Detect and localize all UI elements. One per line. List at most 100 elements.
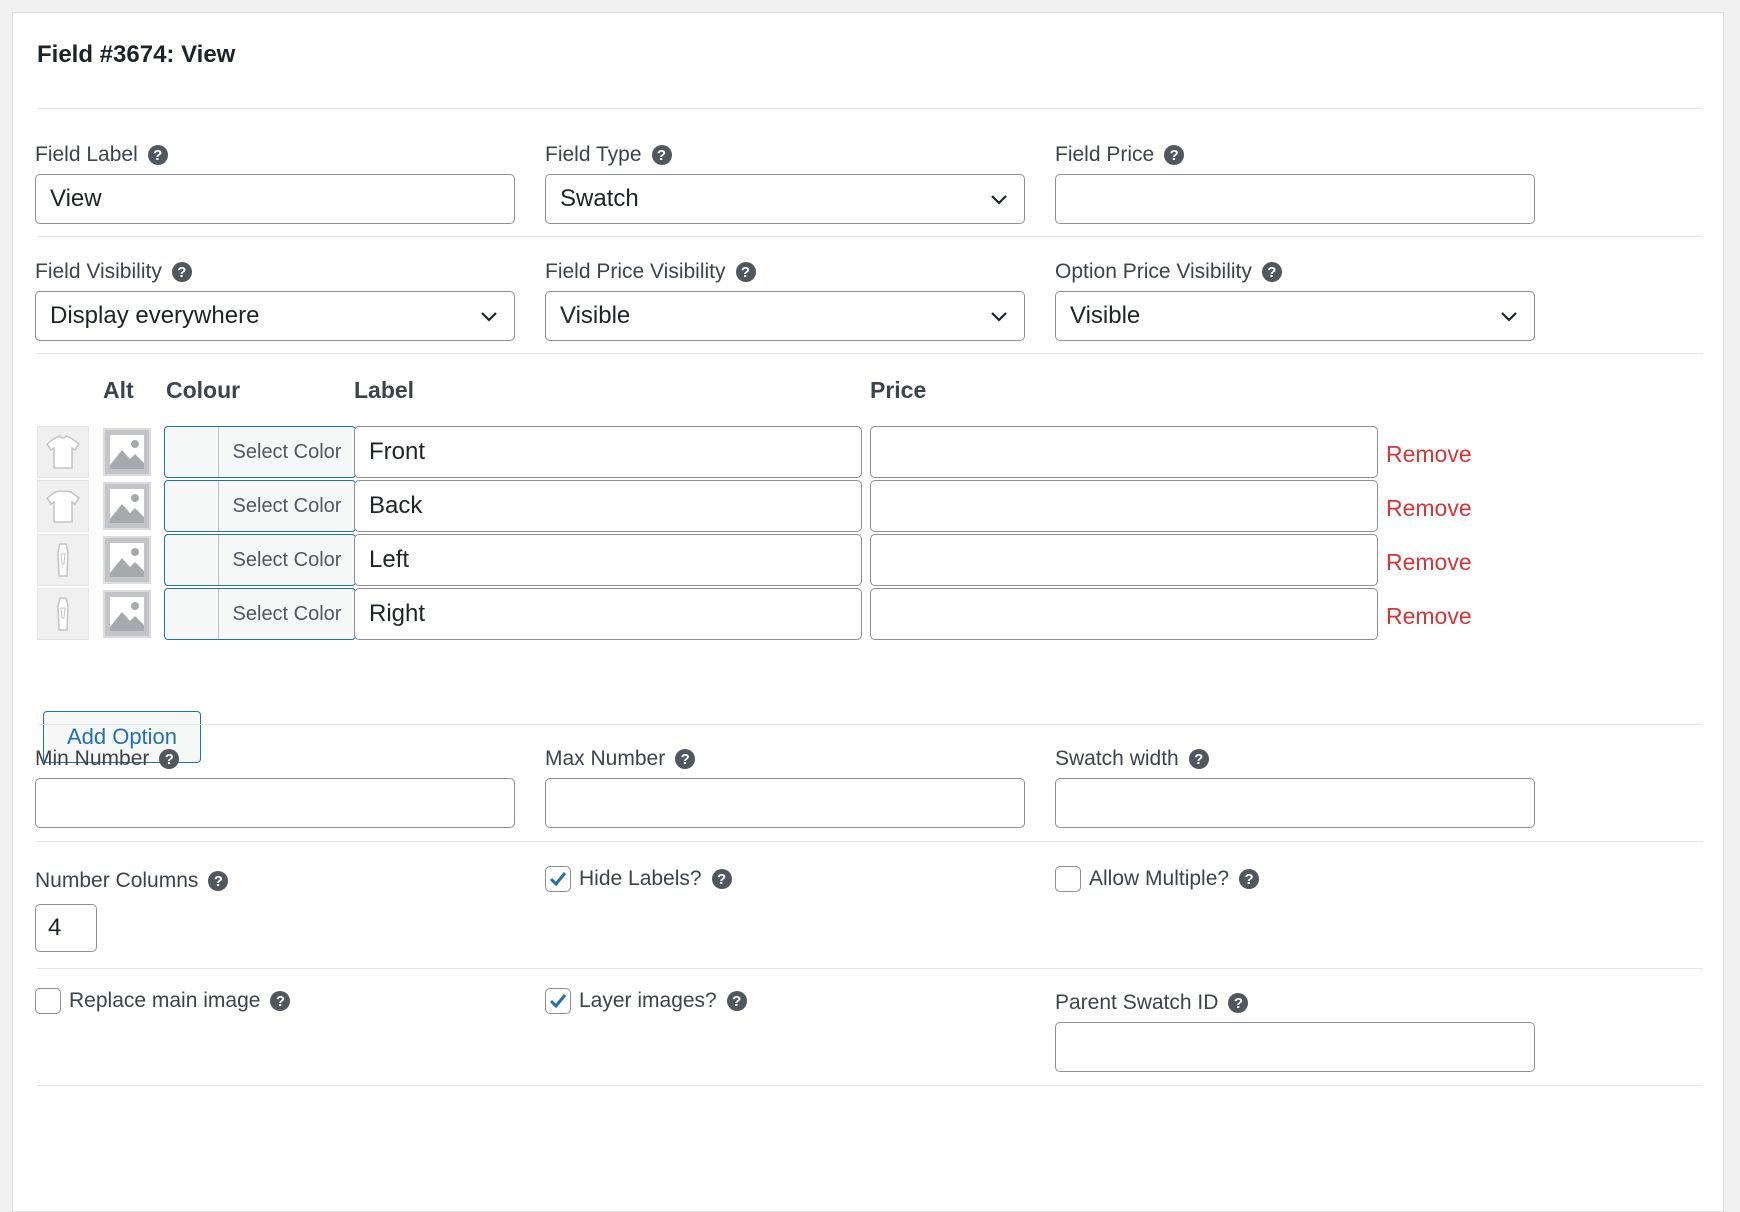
option-price-visibility-value: Visible: [1070, 302, 1141, 329]
help-icon[interactable]: ?: [147, 145, 168, 165]
help-icon[interactable]: ?: [270, 991, 291, 1011]
select-color-button[interactable]: Select Color: [164, 588, 356, 640]
select-color-text: Select Color: [232, 602, 342, 625]
help-icon[interactable]: ?: [675, 749, 696, 769]
checkmark-icon: [549, 994, 567, 1009]
header-colour: Colour: [166, 377, 241, 403]
option-price-visibility-select[interactable]: Visible: [1055, 291, 1535, 341]
divider: [37, 1085, 1703, 1086]
option-price-visibility-label: Option Price Visibility ?: [1055, 260, 1282, 284]
divider: [37, 968, 1703, 969]
help-icon[interactable]: ?: [1239, 869, 1260, 889]
image-placeholder-icon[interactable]: [103, 482, 151, 530]
field-label-label: Field Label ?: [35, 143, 168, 167]
color-swatch: [165, 481, 219, 531]
field-price-visibility-value: Visible: [560, 302, 631, 329]
field-price-visibility-select[interactable]: Visible: [545, 291, 1025, 341]
help-icon[interactable]: ?: [735, 262, 756, 282]
replace-main-image-option[interactable]: Replace main image ?: [35, 988, 291, 1014]
min-number-text: Min Number: [35, 747, 150, 770]
layer-images-checkbox[interactable]: [545, 988, 571, 1014]
option-price-input[interactable]: [870, 534, 1378, 586]
color-swatch: [165, 589, 219, 639]
tshirt-front-icon[interactable]: [37, 426, 89, 478]
option-label-input[interactable]: Left: [354, 534, 862, 586]
swatch-width-input[interactable]: [1055, 778, 1535, 828]
select-color-button[interactable]: Select Color: [164, 480, 356, 532]
chevron-down-icon: [991, 312, 1007, 322]
field-settings-panel: Field #3674: View Field Label ? View Fie…: [12, 12, 1724, 1212]
divider: [37, 236, 1703, 237]
tshirt-left-icon[interactable]: [37, 534, 89, 586]
remove-option-link[interactable]: Remove: [1386, 549, 1472, 576]
option-label-value: Front: [369, 438, 426, 465]
divider: [37, 724, 1703, 725]
field-label-input[interactable]: View: [35, 174, 515, 224]
help-icon[interactable]: ?: [1188, 749, 1209, 769]
field-price-label: Field Price ?: [1055, 143, 1185, 167]
help-icon[interactable]: ?: [1164, 145, 1185, 165]
field-visibility-label: Field Visibility ?: [35, 260, 192, 284]
max-number-input[interactable]: [545, 778, 1025, 828]
parent-swatch-id-label: Parent Swatch ID ?: [1055, 991, 1249, 1015]
option-label-input[interactable]: Front: [354, 426, 862, 478]
option-label-input[interactable]: Right: [354, 588, 862, 640]
option-label-input[interactable]: Back: [354, 480, 862, 532]
swatch-width-text: Swatch width: [1055, 747, 1179, 770]
min-number-input[interactable]: [35, 778, 515, 828]
help-icon[interactable]: ?: [726, 991, 747, 1011]
help-icon[interactable]: ?: [1261, 262, 1282, 282]
replace-main-image-text: Replace main image: [69, 989, 261, 1012]
help-icon[interactable]: ?: [159, 749, 180, 769]
allow-multiple-checkbox[interactable]: [1055, 866, 1081, 892]
replace-main-image-checkbox[interactable]: [35, 988, 61, 1014]
option-price-input[interactable]: [870, 426, 1378, 478]
help-icon[interactable]: ?: [1228, 993, 1249, 1013]
number-columns-value: 4: [48, 914, 62, 941]
help-icon[interactable]: ?: [651, 145, 672, 165]
checkmark-icon: [549, 872, 567, 887]
hide-labels-checkbox[interactable]: [545, 866, 571, 892]
select-color-button[interactable]: Select Color: [164, 534, 356, 586]
select-color-button[interactable]: Select Color: [164, 426, 356, 478]
option-price-visibility-text: Option Price Visibility: [1055, 260, 1252, 283]
image-placeholder-icon[interactable]: [103, 428, 151, 476]
option-label-value: Left: [369, 546, 410, 573]
hide-labels-option[interactable]: Hide Labels? ?: [545, 866, 732, 892]
remove-option-link[interactable]: Remove: [1386, 603, 1472, 630]
parent-swatch-id-text: Parent Swatch ID: [1055, 991, 1219, 1014]
layer-images-option[interactable]: Layer images? ?: [545, 988, 747, 1014]
option-price-input[interactable]: [870, 480, 1378, 532]
max-number-label: Max Number ?: [545, 747, 696, 771]
chevron-down-icon: [991, 195, 1007, 205]
field-visibility-select[interactable]: Display everywhere: [35, 291, 515, 341]
option-label-value: Right: [369, 600, 426, 627]
max-number-text: Max Number: [545, 747, 666, 770]
number-columns-text: Number Columns: [35, 869, 199, 892]
field-type-text: Field Type: [545, 143, 642, 166]
color-swatch: [165, 535, 219, 585]
help-icon[interactable]: ?: [711, 869, 732, 889]
header-price: Price: [870, 377, 927, 403]
divider: [37, 353, 1703, 354]
option-price-input[interactable]: [870, 588, 1378, 640]
help-icon[interactable]: ?: [208, 871, 229, 891]
select-color-text: Select Color: [232, 440, 342, 463]
field-visibility-text: Field Visibility: [35, 260, 162, 283]
number-columns-input[interactable]: 4: [35, 904, 97, 952]
hide-labels-text: Hide Labels?: [579, 867, 702, 890]
allow-multiple-option[interactable]: Allow Multiple? ?: [1055, 866, 1260, 892]
field-type-select[interactable]: Swatch: [545, 174, 1025, 224]
field-type-label: Field Type ?: [545, 143, 672, 167]
remove-option-link[interactable]: Remove: [1386, 441, 1472, 468]
image-placeholder-icon[interactable]: [103, 590, 151, 638]
select-color-text: Select Color: [232, 494, 342, 517]
tshirt-right-icon[interactable]: [37, 588, 89, 640]
image-placeholder-icon[interactable]: [103, 536, 151, 584]
allow-multiple-text: Allow Multiple?: [1089, 867, 1230, 890]
help-icon[interactable]: ?: [171, 262, 192, 282]
field-price-input[interactable]: [1055, 174, 1535, 224]
tshirt-back-icon[interactable]: [37, 480, 89, 532]
remove-option-link[interactable]: Remove: [1386, 495, 1472, 522]
parent-swatch-id-input[interactable]: [1055, 1022, 1535, 1072]
